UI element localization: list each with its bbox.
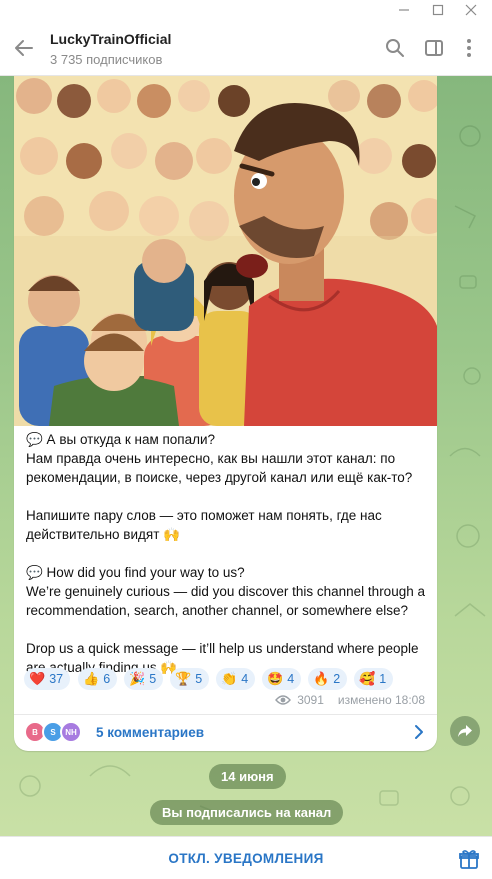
reaction-star-struck[interactable]: 🤩 4 xyxy=(262,668,302,690)
post-text-line: рекомендации, в поиске, через другой кан… xyxy=(26,470,413,485)
maximize-icon[interactable] xyxy=(422,0,454,20)
post-text-line: 💬 How did you find your way to us? xyxy=(26,565,245,580)
share-arrow-icon xyxy=(458,725,472,737)
reaction-count: 2 xyxy=(333,672,341,686)
reaction-count: 37 xyxy=(49,672,64,686)
thumbs-up-icon: 👍 xyxy=(83,671,100,686)
reactions-row: ❤️ 37 👍 6 🎉 5 🏆 5 👏 4 🤩 4 🔥 2 🥰 1 xyxy=(24,668,434,692)
post-text-gap xyxy=(26,487,426,506)
subscriber-count: 3 735 подписчиков xyxy=(50,52,163,67)
reaction-trophy[interactable]: 🏆 5 xyxy=(170,668,210,690)
views-eye-icon xyxy=(275,695,292,705)
reaction-fire[interactable]: 🔥 2 xyxy=(308,668,348,690)
star-struck-icon: 🤩 xyxy=(267,671,284,686)
sidebar-toggle-icon[interactable] xyxy=(422,36,446,60)
heart-icon: ❤️ xyxy=(29,671,46,686)
post-text-gap xyxy=(26,620,426,639)
comments-label: 5 комментариев xyxy=(96,725,205,740)
bottom-bar: ОТКЛ. УВЕДОМЛЕНИЯ xyxy=(0,836,492,879)
window-titlebar xyxy=(0,0,492,20)
views-count: 3091 xyxy=(297,693,324,707)
post-text-line: We’re genuinely curious — did you discov… xyxy=(26,584,425,599)
edited-time: изменено 18:08 xyxy=(337,693,425,707)
reaction-thumbs-up[interactable]: 👍 6 xyxy=(78,668,118,690)
post-meta: 3091 изменено 18:08 xyxy=(275,693,425,707)
reaction-smiling-hearts[interactable]: 🥰 1 xyxy=(354,668,394,690)
reaction-count: 1 xyxy=(379,672,387,686)
date-separator: 14 июня xyxy=(209,764,286,789)
trophy-icon: 🏆 xyxy=(175,671,192,686)
close-icon[interactable] xyxy=(455,0,487,20)
reaction-count: 4 xyxy=(241,672,249,686)
more-menu-icon[interactable] xyxy=(457,36,481,60)
clapping-hands-icon: 👏 xyxy=(221,671,238,686)
avatar: NH xyxy=(60,721,82,743)
channel-title[interactable]: LuckyTrainOfficial xyxy=(50,31,171,47)
channel-post[interactable]: 💬 А вы откуда к нам попали? Нам правда о… xyxy=(14,76,437,751)
gift-icon[interactable] xyxy=(458,848,480,870)
post-text: 💬 А вы откуда к нам попали? Нам правда о… xyxy=(26,430,426,677)
reaction-heart[interactable]: ❤️ 37 xyxy=(24,668,71,690)
chat-area[interactable]: 💬 А вы откуда к нам попали? Нам правда о… xyxy=(0,76,492,836)
post-image[interactable] xyxy=(14,76,437,426)
chevron-right-icon xyxy=(411,723,427,741)
post-text-line: Drop us a quick message — it’ll help us … xyxy=(26,641,419,656)
reaction-count: 4 xyxy=(287,672,295,686)
party-popper-icon: 🎉 xyxy=(129,671,146,686)
chat-header: LuckyTrainOfficial 3 735 подписчиков xyxy=(0,20,492,76)
fire-icon: 🔥 xyxy=(313,671,330,686)
reaction-count: 5 xyxy=(195,672,203,686)
reaction-clap[interactable]: 👏 4 xyxy=(216,668,256,690)
minimize-icon[interactable] xyxy=(388,0,420,20)
comments-button[interactable]: B S NH 5 комментариев xyxy=(14,714,437,751)
post-text-line: Нам правда очень интересно, как вы нашли… xyxy=(26,451,396,466)
post-text-line: 💬 А вы откуда к нам попали? xyxy=(26,432,216,447)
post-text-line: recommendation, search, another channel,… xyxy=(26,603,408,618)
reaction-count: 5 xyxy=(149,672,157,686)
post-text-gap xyxy=(26,544,426,563)
post-text-line: действительно видят 🙌 xyxy=(26,527,180,542)
smiling-hearts-icon: 🥰 xyxy=(359,671,376,686)
search-icon[interactable] xyxy=(383,36,407,60)
reaction-count: 6 xyxy=(103,672,111,686)
reaction-party[interactable]: 🎉 5 xyxy=(124,668,164,690)
mute-notifications-button[interactable]: ОТКЛ. УВЕДОМЛЕНИЯ xyxy=(0,851,492,866)
share-button[interactable] xyxy=(450,716,480,746)
post-text-line: Напишите пару слов — это поможет нам пон… xyxy=(26,508,382,523)
back-arrow-icon[interactable] xyxy=(10,34,38,62)
service-message: Вы подписались на канал xyxy=(150,800,344,825)
